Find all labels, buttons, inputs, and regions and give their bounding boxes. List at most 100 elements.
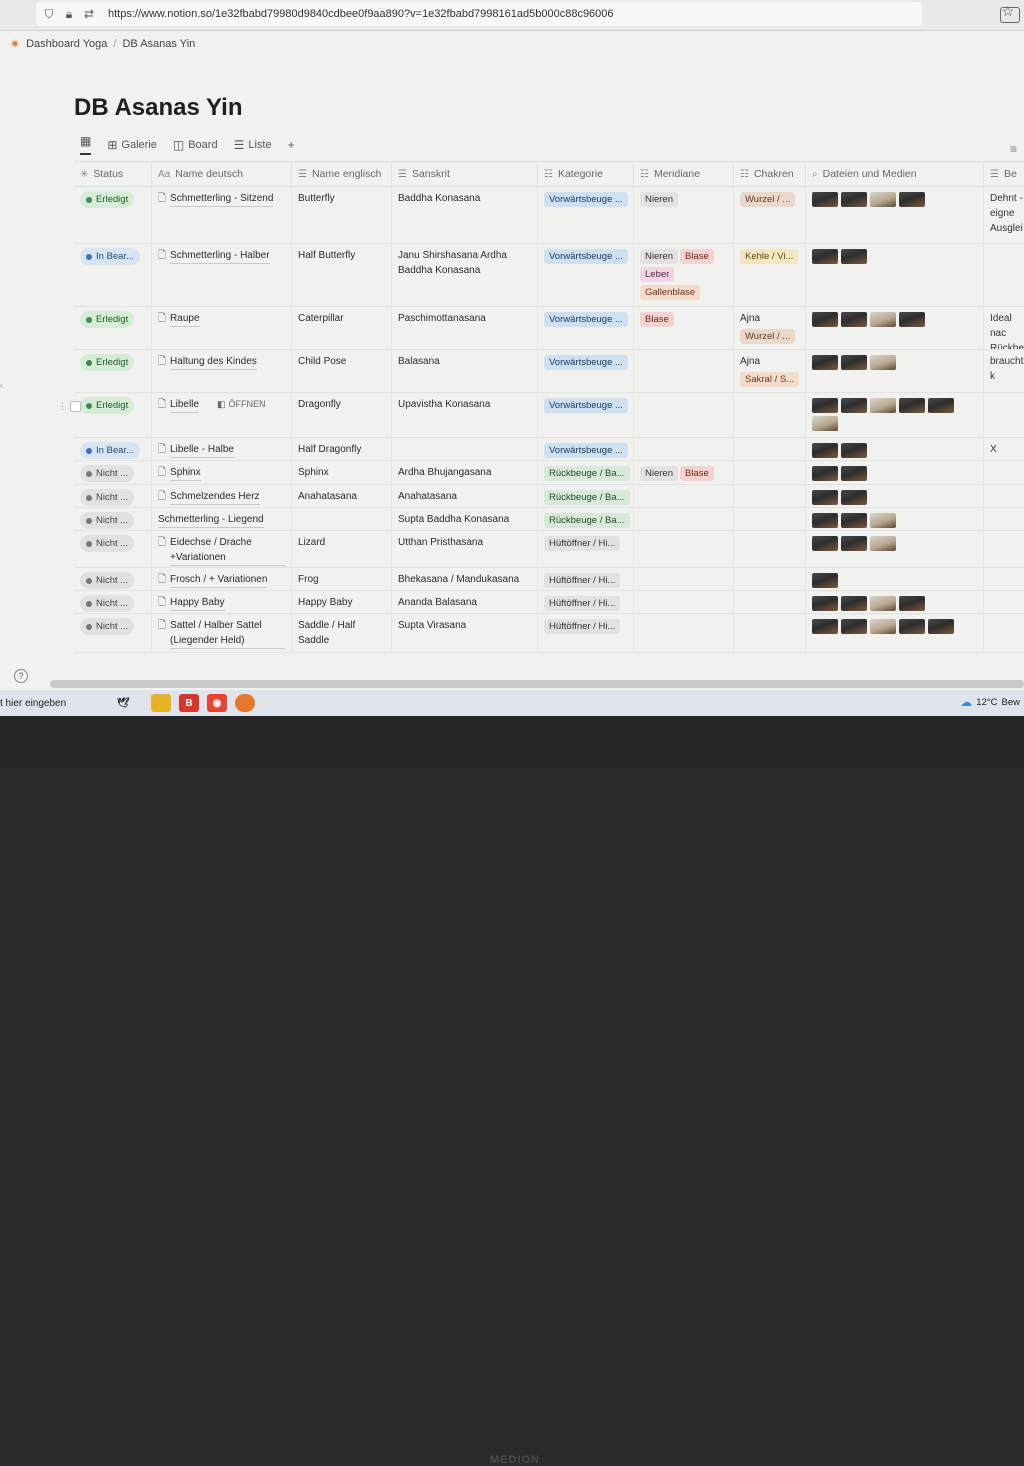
media-thumbnail[interactable] [841, 398, 867, 413]
media-thumbnail[interactable] [841, 513, 867, 528]
cell-sanskrit[interactable]: Utthan Pristhasana [392, 531, 538, 567]
media-thumbnail[interactable] [841, 443, 867, 458]
media-thumbnail[interactable] [928, 619, 954, 634]
cell-meridiane[interactable]: Nieren Blase [634, 461, 734, 484]
cell-chakren[interactable] [734, 508, 806, 530]
cell-meridiane[interactable] [634, 508, 734, 530]
cell-status[interactable]: Erledigt [74, 350, 152, 392]
cell-sanskrit[interactable]: Upavistha Konasana [392, 393, 538, 437]
cell-media[interactable] [806, 568, 984, 590]
cell-kategorie[interactable]: Rückbeuge / Ba... [538, 508, 634, 530]
cell-status[interactable]: Nicht ... [74, 591, 152, 613]
cell-chakren[interactable] [734, 438, 806, 460]
column-header-meridiane[interactable]: ☷ Meridiane [634, 162, 734, 186]
cell-sanskrit[interactable]: Supta Virasana [392, 614, 538, 652]
cell-media[interactable] [806, 531, 984, 567]
cell-notes[interactable] [984, 508, 1024, 530]
cell-name-englisch[interactable] [292, 508, 392, 530]
table-row[interactable]: Nicht ... Schmetterling - Liegend Supta Ba… [74, 508, 1024, 531]
cell-notes[interactable] [984, 591, 1024, 613]
media-thumbnail[interactable] [899, 596, 925, 611]
cell-sanskrit[interactable]: Bhekasana / Mandukasana [392, 568, 538, 590]
cell-notes[interactable] [984, 568, 1024, 590]
media-thumbnail[interactable] [841, 355, 867, 370]
cell-notes[interactable]: Dehnt - eigne Ausglei [984, 187, 1024, 243]
media-thumbnail[interactable] [841, 466, 867, 481]
cell-media[interactable] [806, 244, 984, 306]
table-row[interactable]: Nicht ... 🗋︎ Sphinx Sphinx Ardha Bhujangasan… [74, 461, 1024, 485]
status-badge[interactable]: Erledigt [80, 354, 135, 371]
table-row[interactable]: Nicht ... 🗋︎ Eidechse / Drache +Variatione… [74, 531, 1024, 568]
cell-meridiane[interactable] [634, 485, 734, 507]
cell-name-englisch[interactable]: Dragonfly [292, 393, 392, 437]
row-title[interactable]: 🗋︎ Schmelzendes Herz [158, 489, 285, 505]
media-thumbnail[interactable] [899, 398, 925, 413]
cell-kategorie[interactable]: Hüftöffner / Hi... [538, 614, 634, 652]
cell-notes[interactable] [984, 531, 1024, 567]
cell-notes[interactable]: braucht k [984, 350, 1024, 392]
row-title[interactable]: 🗋︎ Libelle ◧ ÖFFNEN [158, 397, 285, 413]
table-row[interactable]: Erledigt 🗋︎ Schmetterling - Sitzend Butterf… [74, 187, 1024, 244]
row-title[interactable]: 🗋︎ Schmetterling - Sitzend [158, 191, 285, 207]
media-thumbnail[interactable] [812, 312, 838, 327]
cell-chakren[interactable]: Ajna Wurzel / ... [734, 307, 806, 349]
status-badge[interactable]: Erledigt [80, 397, 135, 414]
name-deutsch-text[interactable]: Schmetterling - Liegend [158, 512, 264, 528]
cell-sanskrit[interactable] [392, 438, 538, 460]
cell-name-deutsch[interactable]: 🗋︎ Raupe [152, 307, 292, 349]
cell-kategorie[interactable]: Vorwärtsbeuge ... [538, 393, 634, 437]
media-thumbnail[interactable] [870, 312, 896, 327]
media-thumbnail[interactable] [812, 443, 838, 458]
media-thumbnail[interactable] [841, 312, 867, 327]
weather-widget[interactable]: ☁ 12°C Bew [960, 695, 1020, 709]
cell-chakren[interactable] [734, 393, 806, 437]
cell-meridiane[interactable] [634, 568, 734, 590]
cell-name-deutsch[interactable]: 🗋︎ Haltung des Kindes [152, 350, 292, 392]
column-header-sanskrit[interactable]: ☰ Sanskrit [392, 162, 538, 186]
column-header-chakren[interactable]: ☷ Chakren [734, 162, 806, 186]
media-thumbnail[interactable] [870, 398, 896, 413]
row-checkbox[interactable] [70, 401, 81, 412]
cell-chakren[interactable]: Kehle / Vi... [734, 244, 806, 306]
cell-meridiane[interactable]: Nieren [634, 187, 734, 243]
media-thumbnail[interactable] [870, 619, 896, 634]
cell-name-deutsch[interactable]: 🗋︎ Sphinx [152, 461, 292, 484]
column-header-name-englisch[interactable]: ☰ Name englisch [292, 162, 392, 186]
media-thumbnail[interactable] [841, 490, 867, 505]
media-thumbnail[interactable] [812, 398, 838, 413]
media-thumbnail[interactable] [841, 596, 867, 611]
name-deutsch-text[interactable]: Schmetterling - Halber [170, 248, 270, 264]
tab-table[interactable]: ▦ [80, 134, 92, 155]
row-title[interactable]: 🗋︎ Frosch / + Variationen [158, 572, 285, 588]
status-badge[interactable]: Nicht ... [80, 512, 135, 529]
cell-status[interactable]: Nicht ... [74, 614, 152, 652]
birds-wallpaper-icon[interactable]: 🕊︎ [103, 694, 143, 712]
table-row[interactable]: Nicht ... 🗋︎ Happy Baby Happy Baby Ananda Ba… [74, 591, 1024, 614]
media-thumbnail[interactable] [870, 596, 896, 611]
status-badge[interactable]: Nicht ... [80, 618, 135, 635]
cell-media[interactable] [806, 591, 984, 613]
cell-name-englisch[interactable]: Sphinx [292, 461, 392, 484]
table-row[interactable]: Nicht ... 🗋︎ Sattel / Halber Sattel (Liege… [74, 614, 1024, 653]
tab-board[interactable]: ◫ Board [173, 138, 218, 152]
media-thumbnail[interactable] [812, 596, 838, 611]
media-thumbnail[interactable] [870, 355, 896, 370]
cell-sanskrit[interactable]: Janu Shirshasana Ardha Baddha Konasana [392, 244, 538, 306]
cell-sanskrit[interactable]: Supta Baddha Konasana [392, 508, 538, 530]
cell-media[interactable] [806, 187, 984, 243]
open-page-button[interactable]: ◧ ÖFFNEN [213, 397, 270, 412]
cell-name-deutsch[interactable]: 🗋︎ Schmelzendes Herz [152, 485, 292, 507]
cell-meridiane[interactable]: Blase [634, 307, 734, 349]
cell-status[interactable]: Nicht ... [74, 508, 152, 530]
cell-name-englisch[interactable]: Lizard [292, 531, 392, 567]
cell-sanskrit[interactable]: Baddha Konasana [392, 187, 538, 243]
cell-name-deutsch[interactable]: 🗋︎ Sattel / Halber Sattel (Liegender Held… [152, 614, 292, 652]
media-thumbnail[interactable] [928, 398, 954, 413]
cell-chakren[interactable]: Wurzel / ... [734, 187, 806, 243]
cell-sanskrit[interactable]: Ananda Balasana [392, 591, 538, 613]
cell-kategorie[interactable]: Hüftöffner / Hi... [538, 591, 634, 613]
cell-chakren[interactable]: Ajna Sakral / S... [734, 350, 806, 392]
cell-meridiane[interactable] [634, 591, 734, 613]
cell-status[interactable]: Nicht ... [74, 531, 152, 567]
column-header-status[interactable]: ✳ Status [74, 162, 152, 186]
